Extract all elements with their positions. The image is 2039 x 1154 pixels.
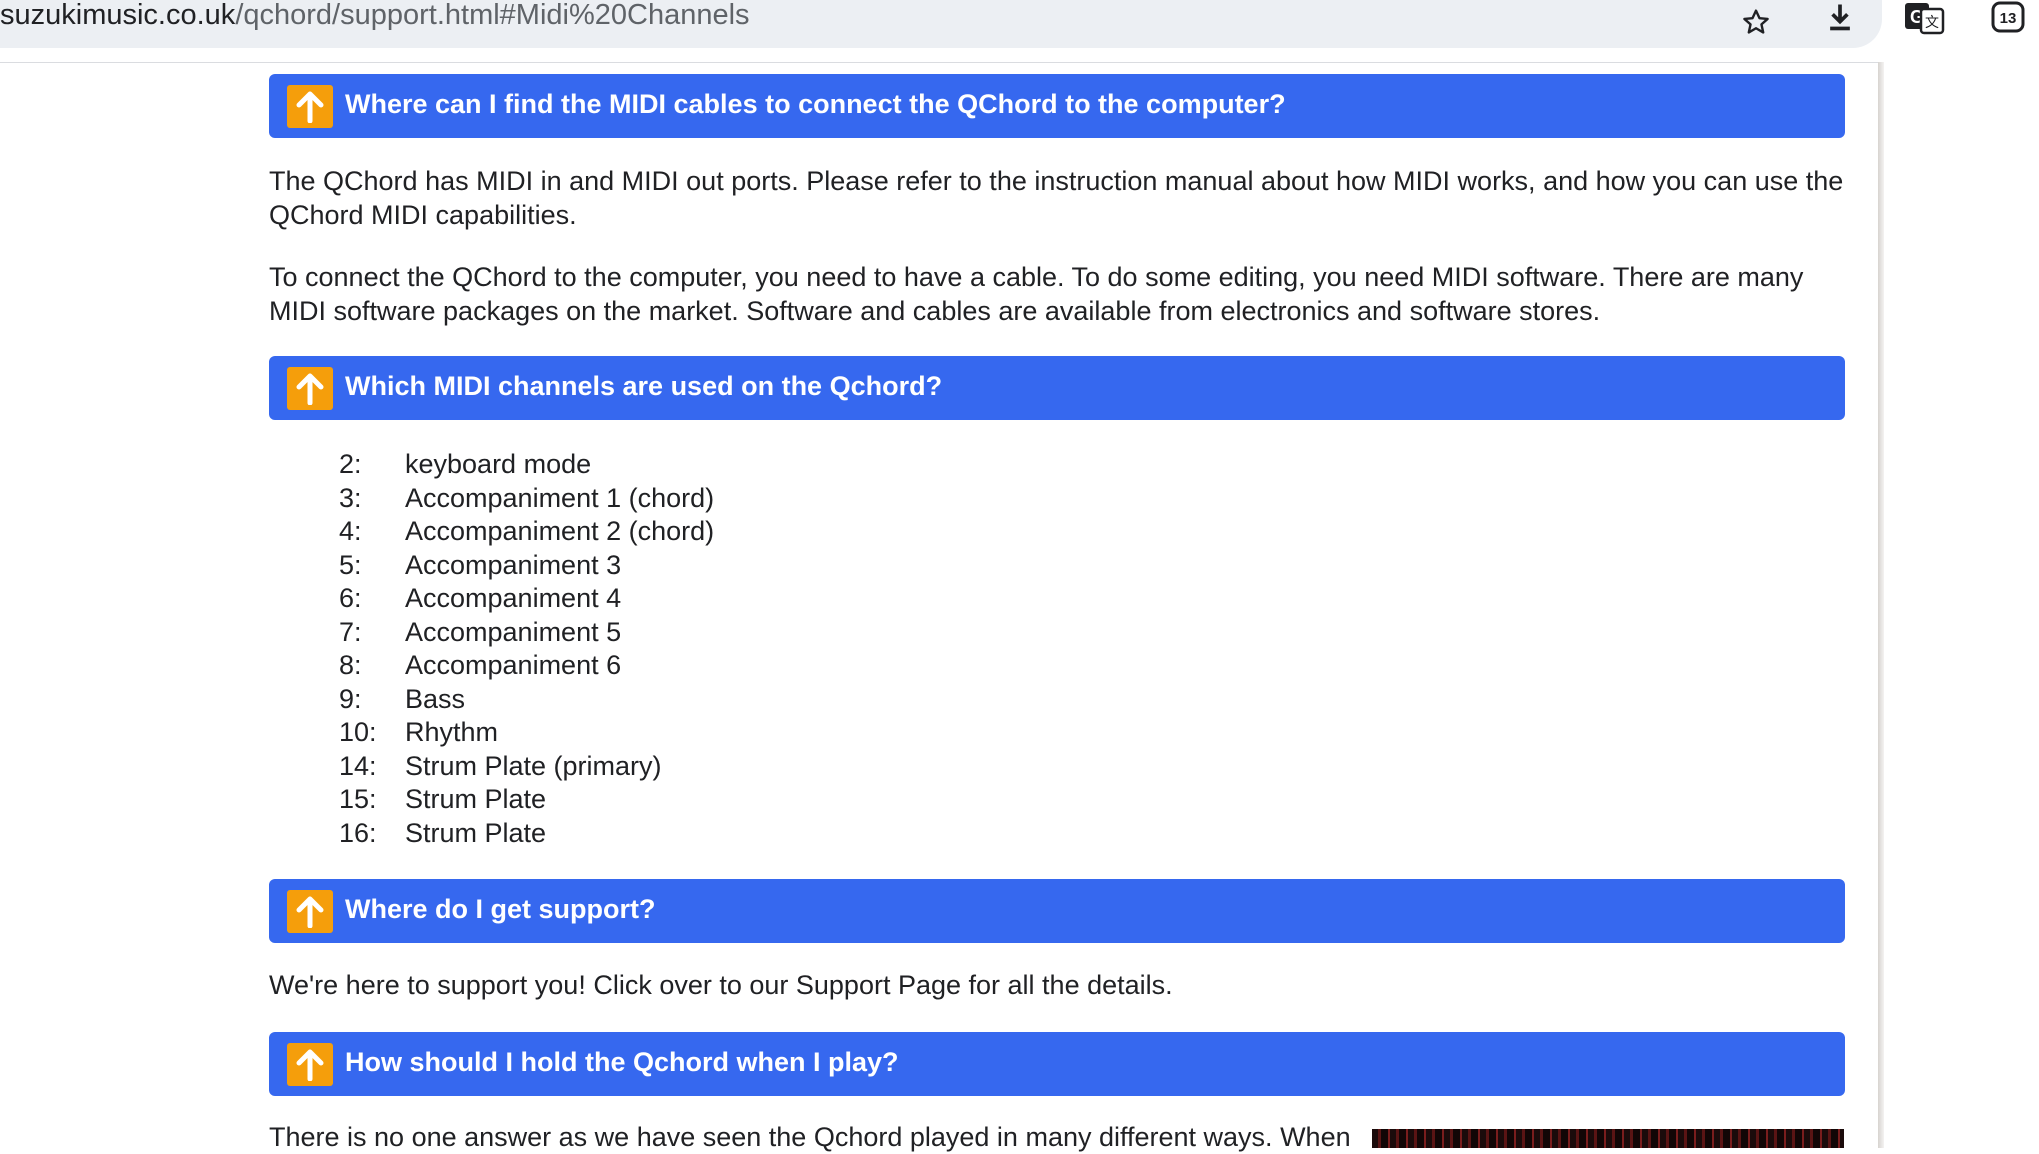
list-item: 15: Strum Plate — [339, 782, 546, 816]
list-item: 2: keyboard mode — [339, 447, 591, 481]
faq-title: Where do I get support? — [345, 894, 656, 924]
up-arrow-icon[interactable] — [287, 1043, 333, 1086]
channel-number: 6: — [339, 583, 362, 613]
star-icon[interactable] — [1740, 4, 1772, 40]
channel-name: Strum Plate (primary) — [405, 751, 662, 781]
list-item: 16: Strum Plate — [339, 816, 546, 850]
faq-title: Where can I find the MIDI cables to conn… — [345, 89, 1286, 119]
channel-number: 10: — [339, 717, 377, 747]
tab-count-text: 13 — [2000, 10, 2017, 27]
list-item: 14: Strum Plate (primary) — [339, 749, 662, 783]
faq-header-midi-cables[interactable]: Where can I find the MIDI cables to conn… — [269, 74, 1845, 138]
faq-header-support[interactable]: Where do I get support? — [269, 879, 1845, 943]
channel-name: Strum Plate — [405, 784, 547, 814]
list-item: 8: Accompaniment 6 — [339, 648, 621, 682]
answer-paragraph: There is no one answer as we have seen t… — [269, 1122, 1351, 1152]
channel-number: 5: — [339, 550, 362, 580]
url-text[interactable]: suzukimusic.co.uk/qchord/support.html#Mi… — [0, 0, 750, 30]
channel-number: 9: — [339, 684, 362, 714]
answer-paragraph: The QChord has MIDI in and MIDI out port… — [269, 166, 1844, 230]
channel-name: Accompaniment 1 (chord) — [405, 483, 715, 513]
browser-toolbar: suzukimusic.co.uk/qchord/support.html#Mi… — [0, 0, 2039, 63]
channel-name: Strum Plate — [405, 818, 547, 848]
channel-number: 14: — [339, 751, 377, 781]
list-item: 4: Accompaniment 2 (chord) — [339, 514, 714, 548]
faq-title: Which MIDI channels are used on the Qcho… — [345, 371, 943, 401]
channel-name: Accompaniment 2 (chord) — [405, 516, 715, 546]
translate-icon[interactable]: G文 — [1903, 0, 1945, 36]
channel-name: Accompaniment 4 — [405, 583, 622, 613]
channel-name: Rhythm — [405, 717, 499, 747]
right-gutter — [1884, 62, 2039, 1148]
channel-number: 15: — [339, 784, 377, 814]
channel-name: Accompaniment 5 — [405, 617, 622, 647]
channel-name: keyboard mode — [405, 449, 592, 479]
channel-number: 8: — [339, 650, 362, 680]
list-item: 9: Bass — [339, 682, 465, 716]
channel-name: Accompaniment 3 — [405, 550, 622, 580]
list-item: 10: Rhythm — [339, 715, 498, 749]
tab-count-icon[interactable]: 13 — [1990, 0, 2026, 36]
channel-name: Accompaniment 6 — [405, 650, 622, 680]
channel-name: Bass — [405, 684, 466, 714]
channel-number: 2: — [339, 449, 362, 479]
answer-paragraph: To connect the QChord to the computer, y… — [269, 262, 1804, 326]
url-path: /qchord/support.html#Midi%20Channels — [235, 0, 750, 31]
channel-number: 7: — [339, 617, 362, 647]
url-host: suzukimusic.co.uk — [0, 0, 236, 31]
faq-header-midi-channels[interactable]: Which MIDI channels are used on the Qcho… — [269, 356, 1845, 420]
channel-number: 3: — [339, 483, 362, 513]
up-arrow-icon[interactable] — [287, 890, 333, 933]
video-thumbnail[interactable] — [1372, 1129, 1844, 1148]
download-icon[interactable] — [1824, 0, 1856, 36]
channel-number: 4: — [339, 516, 362, 546]
up-arrow-icon[interactable] — [287, 367, 333, 410]
faq-header-hold-qchord[interactable]: How should I hold the Qchord when I play… — [269, 1032, 1845, 1096]
address-bar[interactable]: suzukimusic.co.uk/qchord/support.html#Mi… — [0, 0, 1882, 48]
list-item: 7: Accompaniment 5 — [339, 615, 621, 649]
list-item: 5: Accompaniment 3 — [339, 548, 621, 582]
list-item: 6: Accompaniment 4 — [339, 581, 621, 615]
channel-number: 16: — [339, 818, 377, 848]
list-item: 3: Accompaniment 1 (chord) — [339, 481, 714, 515]
up-arrow-icon[interactable] — [287, 85, 333, 128]
faq-title: How should I hold the Qchord when I play… — [345, 1047, 899, 1077]
answer-paragraph: We're here to support you! Click over to… — [269, 970, 1173, 1000]
svg-text:文: 文 — [1925, 15, 1939, 31]
